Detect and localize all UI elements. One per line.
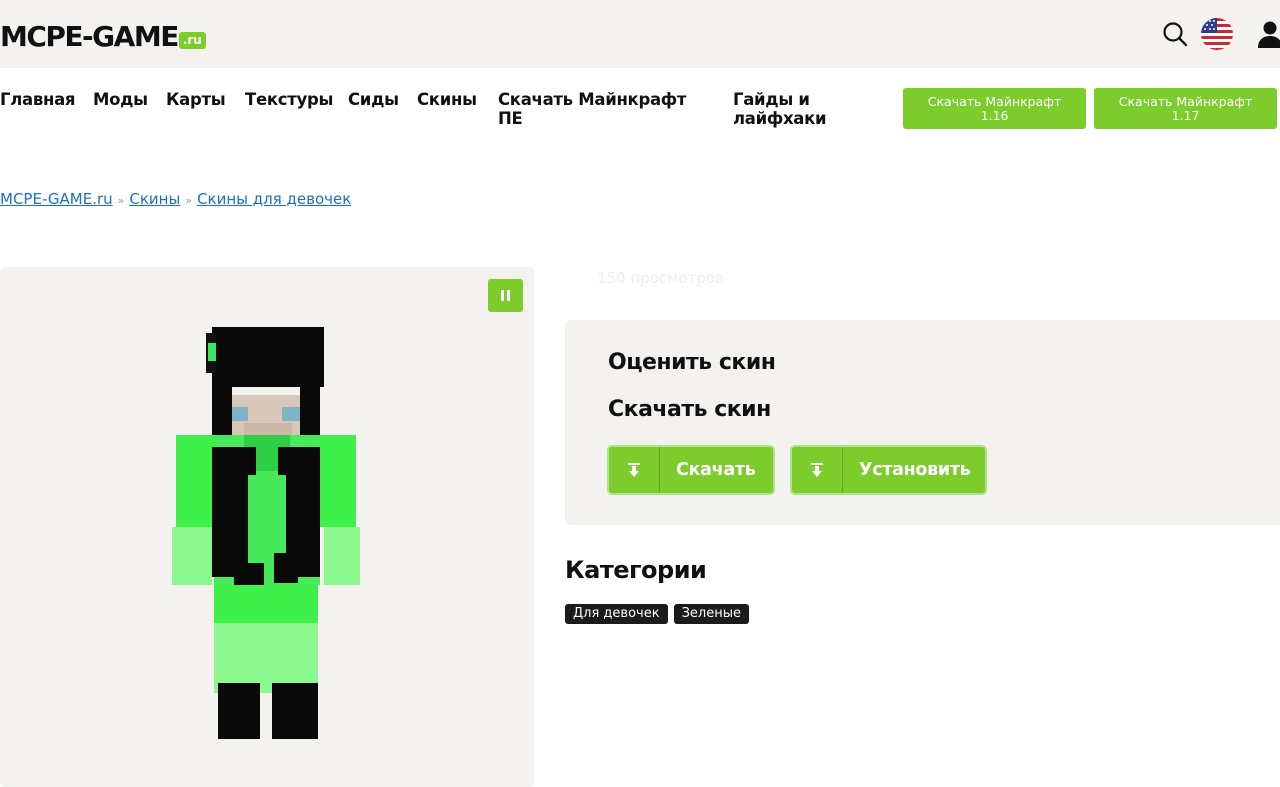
breadcrumb-separator: » <box>117 194 125 207</box>
download-skin-title: Скачать скин <box>608 397 771 422</box>
skin-actions-card: Оценить скин Скачать скин Скачать Устано… <box>565 320 1280 525</box>
button-label-line1: Скачать Майнкрафт <box>1118 93 1253 109</box>
pause-animation-button[interactable] <box>488 279 523 312</box>
main-nav: Главная Моды Карты Текстуры Сиды Скины С… <box>0 68 1280 138</box>
button-label-line2: 1.16 <box>980 107 1009 123</box>
skin-preview-panel[interactable] <box>0 267 534 787</box>
category-tags: Для девочек Зеленые <box>565 604 749 624</box>
skin-model-image <box>172 327 360 739</box>
nav-item-guides[interactable]: Гайды и лайфхаки <box>733 90 827 128</box>
breadcrumb-separator: » <box>185 194 193 207</box>
breadcrumb-home-link[interactable]: MCPE-GAME.ru <box>0 190 113 208</box>
user-icon[interactable] <box>1252 17 1280 51</box>
search-icon[interactable] <box>1158 17 1192 51</box>
nav-item-maps[interactable]: Карты <box>166 90 226 109</box>
nav-item-skins[interactable]: Скины <box>417 90 477 109</box>
nav-item-home[interactable]: Главная <box>0 90 76 109</box>
nav-item-label-line1: Скачать Майнкрафт <box>498 90 687 109</box>
download-minecraft-1-16-button[interactable]: Скачать Майнкрафт 1.16 <box>903 88 1086 129</box>
nav-item-label-line2: лайфхаки <box>733 109 827 128</box>
breadcrumb-girl-skins-link[interactable]: Скины для девочек <box>197 190 351 208</box>
download-minecraft-1-17-button[interactable]: Скачать Майнкрафт 1.17 <box>1094 88 1277 129</box>
nav-item-label-line1: Гайды и <box>733 90 810 109</box>
download-button-label: Скачать <box>676 460 756 480</box>
breadcrumb-skins-link[interactable]: Скины <box>129 190 180 208</box>
nav-item-mods[interactable]: Моды <box>93 90 148 109</box>
logo-tld: .ru <box>178 32 206 49</box>
button-label-line2: 1.17 <box>1171 107 1200 123</box>
nav-item-textures[interactable]: Текстуры <box>245 90 333 109</box>
tag-for-girls[interactable]: Для девочек <box>565 604 668 624</box>
site-header: MCPE-GAME .ru <box>0 0 1280 68</box>
install-skin-button[interactable]: Установить <box>790 445 987 495</box>
nav-item-seeds[interactable]: Сиды <box>348 90 399 109</box>
download-icon <box>609 447 660 493</box>
views-counter: 150 просмотров <box>597 269 724 287</box>
button-label-line1: Скачать Майнкрафт <box>927 93 1062 109</box>
pause-icon <box>500 290 512 301</box>
tag-green[interactable]: Зеленые <box>673 604 749 624</box>
nav-item-label-line2: ПЕ <box>498 109 523 128</box>
download-skin-button[interactable]: Скачать <box>607 445 775 495</box>
site-logo[interactable]: MCPE-GAME .ru <box>0 18 206 52</box>
install-button-label: Установить <box>859 460 971 480</box>
us-flag-icon[interactable] <box>1200 17 1234 51</box>
categories-title: Категории <box>565 556 707 584</box>
download-icon <box>792 447 843 493</box>
logo-text: MCPE-GAME <box>0 20 179 53</box>
rate-skin-title: Оценить скин <box>608 350 776 375</box>
nav-item-download-pe[interactable]: Скачать Майнкрафт ПЕ <box>498 90 686 128</box>
breadcrumb: MCPE-GAME.ru » Скины » Скины для девочек <box>0 189 351 211</box>
